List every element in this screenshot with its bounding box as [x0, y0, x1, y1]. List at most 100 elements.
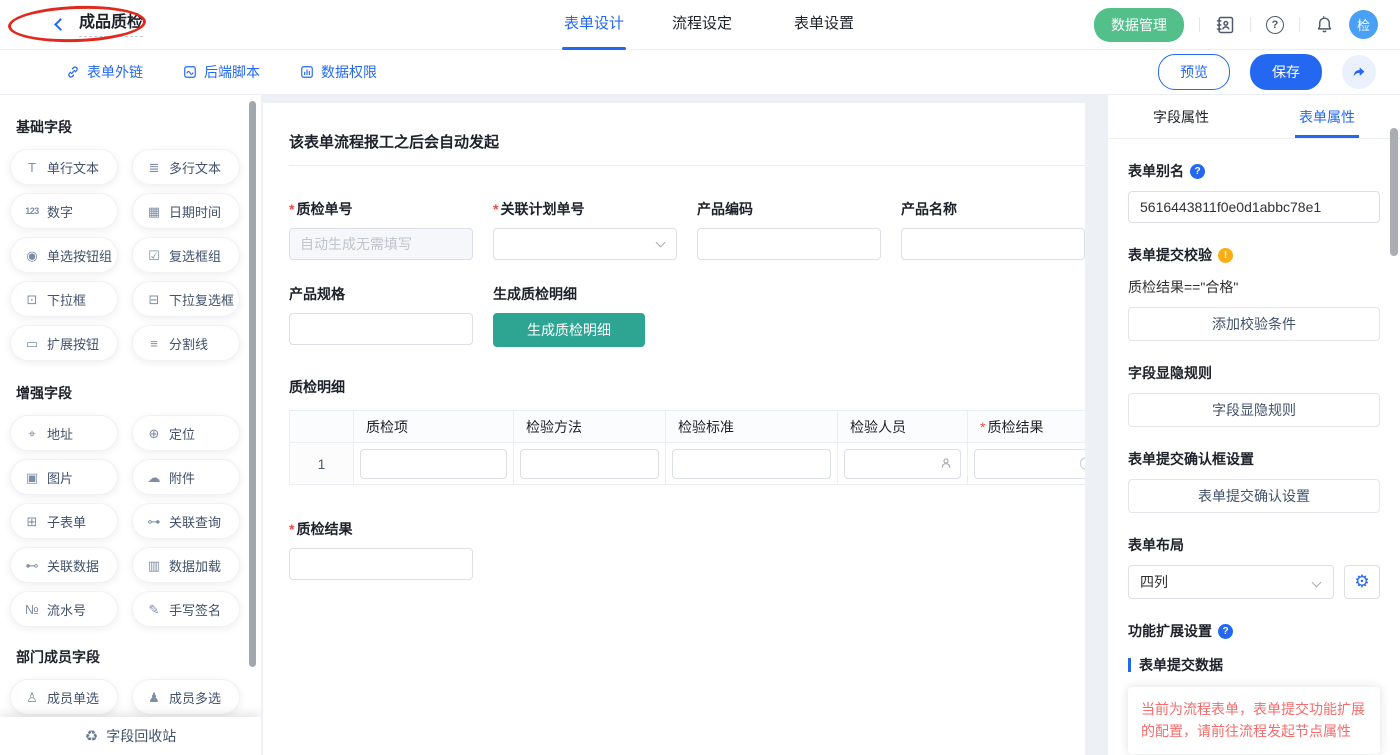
subform-title: 质检明细: [289, 377, 1085, 397]
layout-select[interactable]: 四列: [1128, 565, 1334, 599]
field-qc-result[interactable]: 质检结果: [289, 519, 1085, 580]
save-button[interactable]: 保存: [1250, 54, 1322, 90]
tab-form-setting[interactable]: 表单设置: [792, 0, 856, 50]
field-generate-detail[interactable]: 生成质检明细 生成质检明细: [493, 284, 677, 347]
person-icon: ♙: [24, 691, 40, 704]
field-product-spec[interactable]: 产品规格: [289, 284, 473, 347]
property-panel: 字段属性 表单属性 表单别名 ? 表单提交校验 ! 质检结果=="合格" 添加校…: [1108, 95, 1400, 755]
attachment-cloud-icon: ☁: [146, 471, 162, 484]
submit-confirm-button[interactable]: 表单提交确认设置: [1128, 479, 1380, 513]
field-product-code[interactable]: 产品编码: [697, 199, 881, 260]
radio-icon: ◉: [24, 249, 40, 262]
divider: [1299, 17, 1300, 32]
tab-flow-setting[interactable]: 流程设定: [670, 0, 734, 50]
sidebar-item-member-single[interactable]: ♙ 成员单选: [10, 679, 118, 715]
layout-settings-button[interactable]: ⚙: [1344, 565, 1380, 599]
validation-rule-text[interactable]: 质检结果=="合格": [1128, 277, 1380, 297]
chevron-down-icon: [1312, 578, 1322, 588]
sidebar-item-checkbox-group[interactable]: ☑ 复选框组: [132, 237, 240, 273]
sidebar-item-multi-select[interactable]: ⊟ 下拉复选框: [132, 281, 240, 317]
field-qc-number[interactable]: 质检单号: [289, 199, 473, 260]
standard-input[interactable]: [672, 449, 831, 479]
product-name-input[interactable]: [901, 228, 1085, 260]
field-product-name[interactable]: 产品名称: [901, 199, 1085, 260]
divider: [1199, 17, 1200, 32]
preview-button[interactable]: 预览: [1158, 54, 1230, 90]
data-manage-button[interactable]: 数据管理: [1094, 8, 1184, 42]
qc-result-input[interactable]: [289, 548, 473, 580]
person-picker-icon[interactable]: [939, 456, 953, 473]
sidebar-item-location[interactable]: ⊕ 定位: [132, 415, 240, 451]
help-icon[interactable]: ?: [1190, 164, 1205, 179]
field-linked-plan-number[interactable]: 关联计划单号: [493, 199, 677, 260]
form-alias-heading: 表单别名 ?: [1128, 161, 1380, 181]
help-icon[interactable]: ?: [1218, 624, 1233, 639]
toolbar-actions: 预览 保存: [1158, 54, 1400, 90]
back-button[interactable]: 成品质检: [56, 13, 143, 37]
sidebar-item-linked-query[interactable]: ⊶ 关联查询: [132, 503, 240, 539]
sidebar-item-attachment[interactable]: ☁ 附件: [132, 459, 240, 495]
sidebar-item-number[interactable]: 123 数字: [10, 193, 118, 229]
sidebar-item-datetime[interactable]: ▦ 日期时间: [132, 193, 240, 229]
location-icon: ⊕: [146, 427, 162, 440]
permission-icon: [300, 65, 314, 79]
qc-result-cell-input[interactable]: [974, 449, 1085, 479]
sidebar-item-linked-data[interactable]: ⊷ 关联数据: [10, 547, 118, 583]
sidebar-item-radio-group[interactable]: ◉ 单选按钮组: [10, 237, 118, 273]
sidebar-item-address[interactable]: ⌖ 地址: [10, 415, 118, 451]
tab-field-properties[interactable]: 字段属性: [1108, 95, 1254, 138]
notification-bell-icon[interactable]: [1315, 15, 1334, 34]
qc-number-input[interactable]: [289, 228, 473, 260]
column-header-standard: 检验标准: [666, 411, 838, 443]
method-input[interactable]: [520, 449, 659, 479]
warning-icon[interactable]: !: [1218, 248, 1233, 263]
extension-settings-heading: 功能扩展设置 ?: [1128, 621, 1380, 641]
share-button[interactable]: [1342, 55, 1376, 89]
sidebar-item-divider-line[interactable]: ≡ 分割线: [132, 325, 240, 361]
field-visibility-button[interactable]: 字段显隐规则: [1128, 393, 1380, 427]
form-alias-input[interactable]: [1128, 191, 1380, 223]
form-external-link[interactable]: 表单外链: [66, 62, 143, 82]
data-permission-link[interactable]: 数据权限: [300, 62, 377, 82]
qc-item-input[interactable]: [360, 449, 507, 479]
add-validation-button[interactable]: 添加校验条件: [1128, 307, 1380, 341]
address-book-icon[interactable]: [1215, 15, 1235, 35]
help-icon[interactable]: ?: [1266, 16, 1284, 34]
field-recycle-bin[interactable]: ♻ 字段回收站: [0, 717, 261, 755]
sidebar-item-select[interactable]: ⊡ 下拉框: [10, 281, 118, 317]
sidebar-scrollbar[interactable]: [249, 101, 256, 667]
sidebar-item-member-multi[interactable]: ♟ 成员多选: [132, 679, 240, 715]
section-title-member-fields: 部门成员字段: [16, 647, 261, 667]
product-code-input[interactable]: [697, 228, 881, 260]
backend-script-link[interactable]: 后端脚本: [183, 62, 260, 82]
sidebar-item-extend-button[interactable]: ▭ 扩展按钮: [10, 325, 118, 361]
sidebar-item-serial-number[interactable]: № 流水号: [10, 591, 118, 627]
field-library-sidebar: 基础字段 T 单行文本 ≣ 多行文本 123 数字 ▦ 日期时间 ◉ 单选按钮组: [0, 95, 262, 755]
checkbox-icon: ☑: [146, 249, 162, 262]
sidebar-item-single-line-text[interactable]: T 单行文本: [10, 149, 118, 185]
address-pin-icon: ⌖: [24, 427, 40, 440]
generate-detail-button[interactable]: 生成质检明细: [493, 313, 645, 347]
flow-form-notice-card: 当前为流程表单，表单提交功能扩展的配置，请前往流程发起节点属性: [1128, 687, 1380, 754]
user-avatar[interactable]: 检: [1349, 10, 1378, 39]
linked-plan-select[interactable]: [493, 228, 677, 260]
qc-detail-table: 质检项 检验方法 检验标准 检验人员 质检结果 1: [289, 410, 1085, 485]
multi-select-icon: ⊟: [146, 293, 162, 306]
gear-icon: ⚙: [1354, 572, 1369, 592]
page-scrollbar[interactable]: [1390, 128, 1398, 256]
sidebar-item-signature[interactable]: ✎ 手写签名: [132, 591, 240, 627]
form-title[interactable]: 成品质检: [79, 13, 143, 37]
tab-form-properties[interactable]: 表单属性: [1254, 95, 1400, 138]
sidebar-item-data-load[interactable]: ▥ 数据加载: [132, 547, 240, 583]
header-tabs: 表单设计 流程设定 表单设置: [562, 0, 856, 50]
product-spec-input[interactable]: [289, 313, 473, 345]
column-header-method: 检验方法: [514, 411, 666, 443]
toolbar-links: 表单外链 后端脚本 数据权限: [66, 62, 377, 82]
sidebar-item-multi-line-text[interactable]: ≣ 多行文本: [132, 149, 240, 185]
divider: [1250, 17, 1251, 32]
tab-form-design[interactable]: 表单设计: [562, 0, 626, 50]
number-icon: 123: [24, 207, 40, 216]
sidebar-item-subform[interactable]: ⊞ 子表单: [10, 503, 118, 539]
sidebar-item-image[interactable]: ▣ 图片: [10, 459, 118, 495]
subform-icon: ⊞: [24, 515, 40, 528]
